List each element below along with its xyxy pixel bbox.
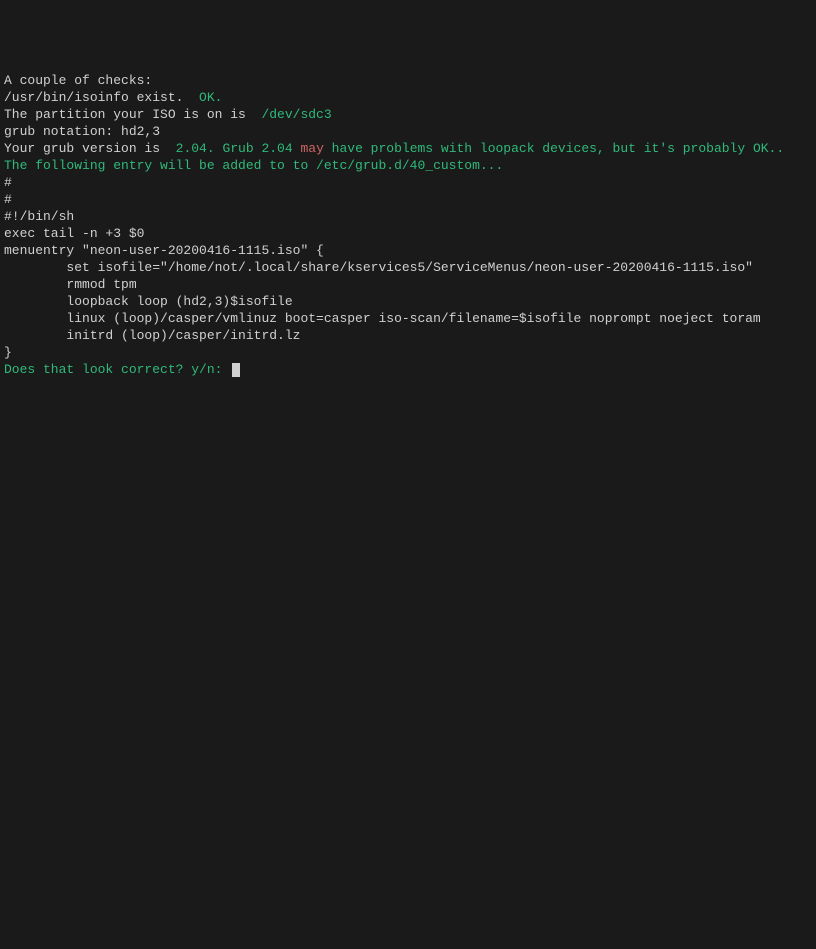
output-line: Your grub version is 2.04. Grub 2.04 may…: [4, 140, 812, 157]
output-line: rmmod tpm: [4, 276, 812, 293]
output-line: The partition your ISO is on is /dev/sdc…: [4, 106, 812, 123]
output-line: set isofile="/home/not/.local/share/kser…: [4, 259, 812, 276]
output-line: A couple of checks:: [4, 72, 812, 89]
cursor: [232, 363, 240, 377]
terminal-output[interactable]: A couple of checks:/usr/bin/isoinfo exis…: [4, 72, 812, 864]
output-line: #: [4, 174, 812, 191]
output-line: The following entry will be added to to …: [4, 157, 812, 174]
output-line: }: [4, 344, 812, 361]
output-line: /usr/bin/isoinfo exist. OK.: [4, 89, 812, 106]
output-line: menuentry "neon-user-20200416-1115.iso" …: [4, 242, 812, 259]
output-line: initrd (loop)/casper/initrd.lz: [4, 327, 812, 344]
prompt-text: Does that look correct? y/n:: [4, 362, 230, 377]
output-line: grub notation: hd2,3: [4, 123, 812, 140]
output-line: exec tail -n +3 $0: [4, 225, 812, 242]
output-line: loopback loop (hd2,3)$isofile: [4, 293, 812, 310]
output-line: #: [4, 191, 812, 208]
prompt-line[interactable]: Does that look correct? y/n:: [4, 361, 812, 378]
output-line: #!/bin/sh: [4, 208, 812, 225]
output-line: linux (loop)/casper/vmlinuz boot=casper …: [4, 310, 812, 327]
